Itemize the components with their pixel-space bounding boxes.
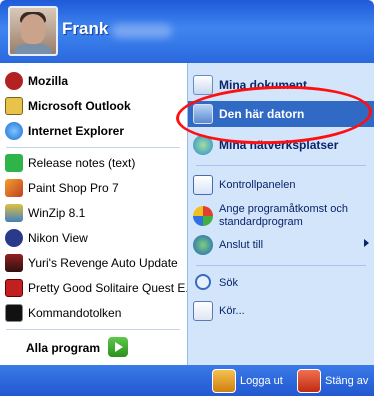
blurred-surname <box>112 24 172 38</box>
mozilla-icon <box>5 72 23 90</box>
nikon-view-icon <box>5 229 23 247</box>
item-label: Kör... <box>219 304 245 317</box>
divider <box>6 147 180 148</box>
pinned-item-outlook[interactable]: Microsoft Outlook <box>0 94 187 118</box>
green-arrow-icon <box>108 337 128 357</box>
outlook-icon <box>5 97 23 115</box>
recent-item-solitaire[interactable]: Pretty Good Solitaire Quest E... <box>0 276 195 300</box>
paint-shop-pro-icon <box>5 179 23 197</box>
start-menu: Frank Mozilla Microsoft Outlook Internet… <box>0 0 374 396</box>
place-search[interactable]: Sök <box>188 271 374 295</box>
item-label: Release notes (text) <box>28 156 136 170</box>
control-panel-icon <box>193 175 213 195</box>
notes-icon <box>5 154 23 172</box>
item-label: Internet Explorer <box>28 124 125 138</box>
user-avatar[interactable] <box>8 6 58 56</box>
key-icon <box>212 368 236 393</box>
connect-icon <box>193 235 213 255</box>
logoff-label: Logga ut <box>240 374 283 387</box>
item-label: Paint Shop Pro 7 <box>28 181 119 195</box>
item-label: Kontrollpanelen <box>219 178 296 191</box>
recent-item-nikon-view[interactable]: Nikon View <box>0 226 187 250</box>
divider <box>6 329 180 330</box>
item-label: Pretty Good Solitaire Quest E... <box>28 281 196 295</box>
place-control-panel[interactable]: Kontrollpanelen <box>188 173 374 197</box>
program-access-icon <box>193 206 213 226</box>
internet-explorer-icon <box>5 122 23 140</box>
logoff-button[interactable]: Logga ut <box>212 368 283 393</box>
place-connect-to[interactable]: Anslut till <box>188 233 374 257</box>
recent-item-yuris-revenge[interactable]: Yuri's Revenge Auto Update <box>0 251 187 275</box>
recent-item-release-notes[interactable]: Release notes (text) <box>0 151 187 175</box>
start-menu-footer: Logga ut Stäng av <box>0 365 374 396</box>
pinned-item-internet-explorer[interactable]: Internet Explorer <box>0 119 187 143</box>
shutdown-button[interactable]: Stäng av <box>297 368 369 393</box>
place-run[interactable]: Kör... <box>188 299 374 323</box>
search-icon <box>193 273 213 293</box>
item-label: Sök <box>219 276 238 289</box>
submenu-arrow-icon <box>364 239 369 247</box>
all-programs-button[interactable]: Alla program <box>0 332 187 362</box>
documents-icon <box>193 75 213 95</box>
yuris-revenge-icon <box>5 254 23 272</box>
divider <box>196 265 366 266</box>
item-label: Ange programåtkomst och standardprogram <box>219 203 349 228</box>
divider <box>196 165 366 166</box>
item-label: WinZip 8.1 <box>28 206 86 220</box>
run-icon <box>193 301 213 321</box>
item-label: Yuri's Revenge Auto Update <box>28 256 178 270</box>
user-name: Frank <box>62 19 109 38</box>
pinned-item-mozilla[interactable]: Mozilla <box>0 69 187 93</box>
recent-item-winzip[interactable]: WinZip 8.1 <box>0 201 187 225</box>
place-program-access[interactable]: Ange programåtkomst och standardprogram <box>188 201 374 231</box>
item-label: Kommandotolken <box>28 306 122 320</box>
power-icon <box>297 368 321 393</box>
solitaire-icon <box>5 279 23 297</box>
command-prompt-icon <box>5 304 23 322</box>
item-label: Microsoft Outlook <box>28 99 131 113</box>
item-label: Mozilla <box>28 74 69 88</box>
item-label: Nikon View <box>28 231 88 245</box>
recent-item-paint-shop-pro[interactable]: Paint Shop Pro 7 <box>0 176 187 200</box>
recent-item-kommandotolken[interactable]: Kommandotolken <box>0 301 187 325</box>
winzip-icon <box>5 204 23 222</box>
start-menu-header: Frank <box>0 0 374 63</box>
all-programs-label: Alla program <box>26 341 101 355</box>
shutdown-label: Stäng av <box>325 374 369 387</box>
left-column: Mozilla Microsoft Outlook Internet Explo… <box>0 63 195 365</box>
item-label: Anslut till <box>219 238 264 251</box>
